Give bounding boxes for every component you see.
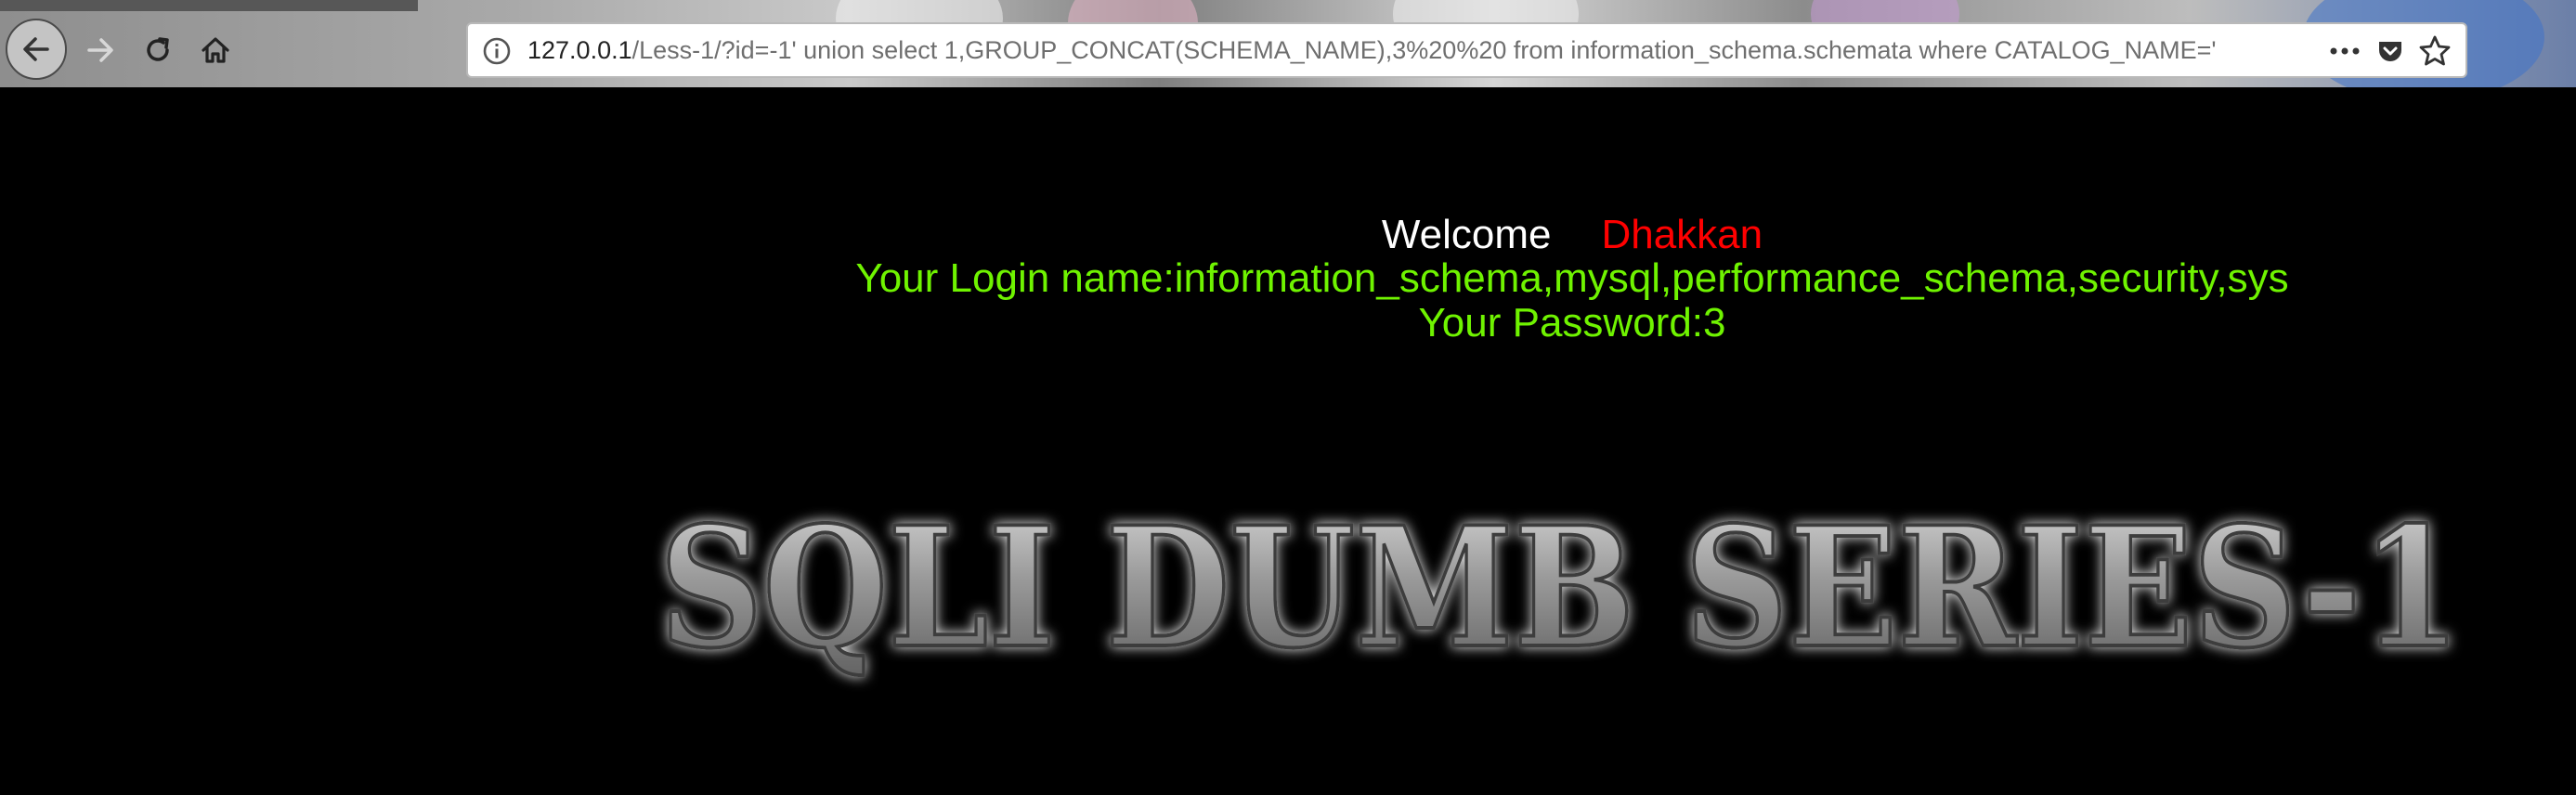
reload-icon xyxy=(147,37,169,61)
forward-arrow-icon xyxy=(87,38,113,62)
page-content: Welcome Dhakkan Your Login name:informati… xyxy=(0,87,2576,795)
sqli-dumb-series-banner: SQLI DUMB SERIES-1 xyxy=(657,489,2463,686)
welcome-name: Dhakkan xyxy=(1601,212,1763,257)
home-button[interactable] xyxy=(186,20,245,80)
login-name-result: Your Login name:information_schema,mysql… xyxy=(855,255,2289,301)
welcome-label: Welcome xyxy=(1381,212,1552,257)
banner-text: SQLI DUMB SERIES-1 xyxy=(659,490,2461,684)
back-button[interactable] xyxy=(6,19,67,80)
active-tab-strip xyxy=(0,0,418,11)
password-result: Your Password:3 xyxy=(1418,300,1726,345)
url-path: /Less-1/?id=-1' union select 1,GROUP_CON… xyxy=(631,36,2217,64)
url-text[interactable]: 127.0.0.1/Less-1/?id=-1' union select 1,… xyxy=(527,24,2308,76)
browser-toolbar: 127.0.0.1/Less-1/?id=-1' union select 1,… xyxy=(0,0,2576,87)
forward-button[interactable] xyxy=(71,20,130,80)
url-host: 127.0.0.1 xyxy=(527,36,632,64)
address-bar[interactable]: 127.0.0.1/Less-1/?id=-1' union select 1,… xyxy=(466,22,2467,78)
info-circle-icon[interactable] xyxy=(481,35,513,67)
reload-button[interactable] xyxy=(128,20,188,80)
pocket-icon[interactable] xyxy=(2374,35,2406,67)
more-horizontal-icon[interactable] xyxy=(2326,37,2363,65)
home-icon xyxy=(202,37,229,63)
star-icon[interactable] xyxy=(2417,33,2452,69)
back-arrow-icon xyxy=(23,37,49,61)
welcome-line: Welcome Dhakkan xyxy=(284,212,2576,258)
